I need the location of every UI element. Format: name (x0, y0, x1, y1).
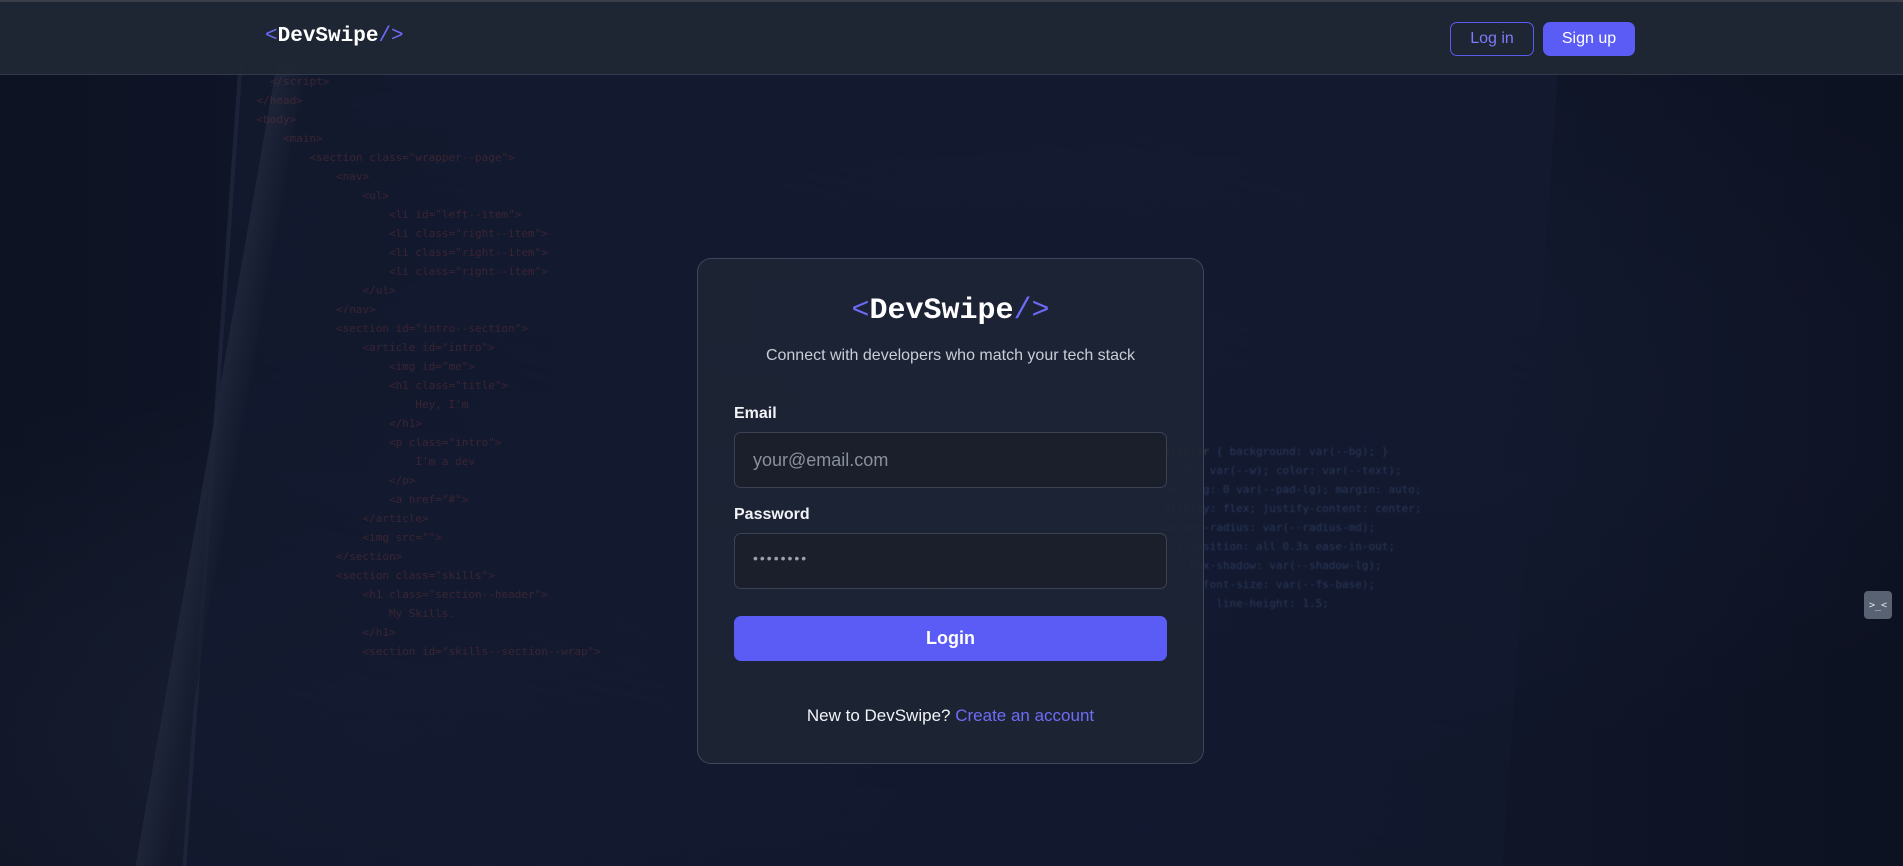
email-label: Email (734, 405, 777, 422)
card-logo: <DevSwipe/> (851, 294, 1050, 328)
header-login-button[interactable]: Log in (1450, 22, 1534, 56)
header-signup-button[interactable]: Sign up (1543, 22, 1635, 56)
tagline: Connect with developers who match your t… (765, 347, 1136, 364)
create-account-link[interactable]: Create an account (955, 706, 1094, 725)
login-submit-button[interactable]: Login (734, 616, 1167, 661)
signup-prompt: New to DevSwipe? Create an account (698, 706, 1203, 726)
terminal-icon[interactable]: >_< (1864, 591, 1892, 619)
login-page: </script> </head> <body> <main> <section… (0, 0, 1903, 866)
header-logo-name: DevSwipe (277, 25, 379, 48)
header-logo[interactable]: <DevSwipe/> (265, 25, 404, 48)
password-input[interactable] (734, 533, 1167, 589)
password-label: Password (734, 506, 810, 523)
signup-prompt-text: New to DevSwipe? (806, 706, 951, 725)
top-navbar: <DevSwipe/> Log in Sign up (0, 2, 1903, 75)
login-card: <DevSwipe/> Connect with developers who … (697, 258, 1204, 764)
card-logo-name: DevSwipe (869, 294, 1014, 328)
email-input[interactable] (734, 432, 1167, 488)
